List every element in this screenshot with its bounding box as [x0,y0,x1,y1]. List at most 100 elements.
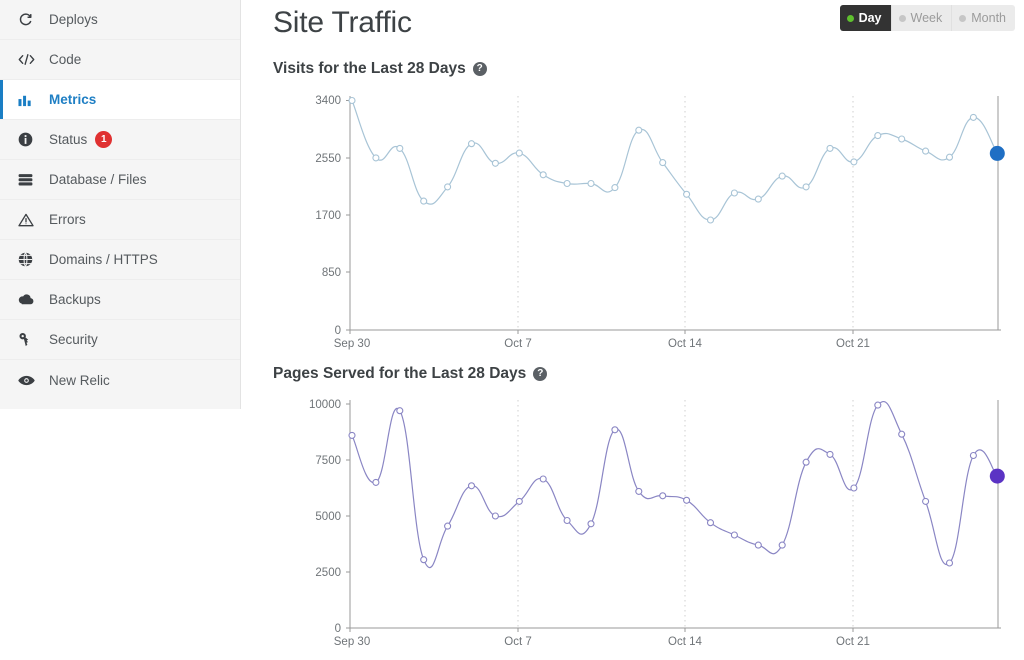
data-point[interactable] [969,113,977,121]
sidebar-item-label: Code [49,52,82,67]
data-point[interactable] [467,482,476,490]
data-point[interactable] [587,520,595,528]
refresh-icon [18,12,38,28]
sidebar-item-metrics[interactable]: Metrics [0,80,240,120]
data-point[interactable] [683,190,691,198]
y-tick-label: 3400 [315,95,341,107]
pages-highlight-point[interactable] [989,468,1005,484]
data-point[interactable] [372,478,380,486]
sidebar-item-status[interactable]: Status 1 [0,120,240,160]
data-point[interactable] [730,189,738,197]
data-point[interactable] [444,522,452,530]
pages-series-line [351,401,998,569]
data-point[interactable] [922,147,930,155]
help-icon[interactable]: ? [472,62,487,76]
sidebar-item-domains-https[interactable]: Domains / HTTPS [0,240,240,280]
toggle-week[interactable]: Week [891,5,953,31]
data-point[interactable] [587,179,595,188]
sidebar-item-new-relic[interactable]: New Relic [0,360,240,400]
visits-series-line [351,100,998,221]
data-point[interactable] [898,430,906,438]
data-point[interactable] [563,516,571,525]
sidebar-item-code[interactable]: Code [0,40,240,80]
toggle-day[interactable]: Day [839,5,892,31]
data-point[interactable] [730,531,738,539]
status-dot-icon [846,14,854,22]
data-point[interactable] [850,484,858,492]
data-point[interactable] [467,140,476,148]
visits-highlight-point[interactable] [989,145,1005,161]
y-tick-label: 7500 [315,455,341,467]
visits-chart-svg[interactable]: 3400 2550 1700 850 0 Sep 30 Oct 7 Oct 14… [241,88,1024,354]
data-point[interactable] [491,512,499,520]
data-point[interactable] [945,559,954,567]
data-point[interactable] [850,158,858,166]
data-point[interactable] [635,126,643,134]
sidebar-item-database-files[interactable]: Database / Files [0,160,240,200]
x-tick-label: Oct 14 [668,636,702,648]
data-point[interactable] [539,171,547,179]
data-point[interactable] [706,519,715,527]
data-point[interactable] [348,96,356,105]
toggle-month[interactable]: Month [952,5,1015,31]
data-point[interactable] [754,541,762,549]
sidebar-item-label: Deploys [49,12,98,27]
page-title: Site Traffic [273,6,412,39]
toggle-day-label: Day [858,11,882,25]
data-point[interactable] [802,458,810,466]
y-tick-label: 1700 [315,210,341,222]
data-point[interactable] [683,496,691,504]
x-tick-label: Oct 7 [504,636,531,648]
data-point[interactable] [420,197,428,205]
data-point[interactable] [611,426,619,434]
data-point[interactable] [826,144,834,152]
data-point[interactable] [922,497,930,505]
y-axis-labels: 3400 2550 1700 850 0 [315,95,341,337]
data-point[interactable] [491,159,499,167]
data-point[interactable] [659,159,667,167]
data-point[interactable] [611,184,619,192]
data-point[interactable] [826,450,834,458]
data-point[interactable] [348,431,356,439]
pages-served-chart-svg[interactable]: 10000 7500 5000 2500 0 Sep 30 Oct 7 Oct … [241,392,1024,658]
sidebar-item-label: Domains / HTTPS [49,252,158,267]
status-dot-icon [898,14,906,22]
y-tick-label: 10000 [309,399,341,411]
status-badge: 1 [95,131,113,148]
data-point[interactable] [515,497,523,505]
sidebar-item-errors[interactable]: Errors [0,200,240,240]
data-point[interactable] [874,132,882,140]
data-point[interactable] [969,451,977,460]
app-root: Deploys Code Metrics Status 1 Database /… [0,0,1024,660]
data-point[interactable] [539,475,547,483]
data-point[interactable] [898,135,906,143]
data-point[interactable] [444,183,452,191]
sidebar: Deploys Code Metrics Status 1 Database /… [0,0,241,409]
data-point[interactable] [874,401,882,409]
visits-chart: 3400 2550 1700 850 0 Sep 30 Oct 7 Oct 14… [241,88,1024,354]
data-point[interactable] [563,179,571,188]
sidebar-item-deploys[interactable]: Deploys [0,0,240,40]
data-point[interactable] [659,492,667,500]
help-icon[interactable]: ? [533,367,548,381]
sidebar-item-security[interactable]: Security [0,320,240,360]
sidebar-item-label: Metrics [49,92,97,107]
data-point[interactable] [778,541,786,549]
toggle-week-label: Week [910,11,943,25]
data-point[interactable] [706,216,715,224]
visits-series-markers [348,96,977,224]
data-point[interactable] [515,149,523,157]
data-point[interactable] [802,183,810,191]
data-point[interactable] [396,144,404,152]
data-point[interactable] [778,172,786,180]
x-tick-label: Oct 14 [668,338,702,350]
sidebar-item-backups[interactable]: Backups [0,280,240,320]
y-axis-labels: 10000 7500 5000 2500 0 [309,399,341,635]
data-point[interactable] [372,154,380,162]
data-point[interactable] [754,195,762,203]
data-point[interactable] [945,153,954,161]
data-point[interactable] [396,407,404,415]
sidebar-item-label: Database / Files [49,172,147,187]
data-point[interactable] [420,556,428,564]
data-point[interactable] [635,487,643,495]
